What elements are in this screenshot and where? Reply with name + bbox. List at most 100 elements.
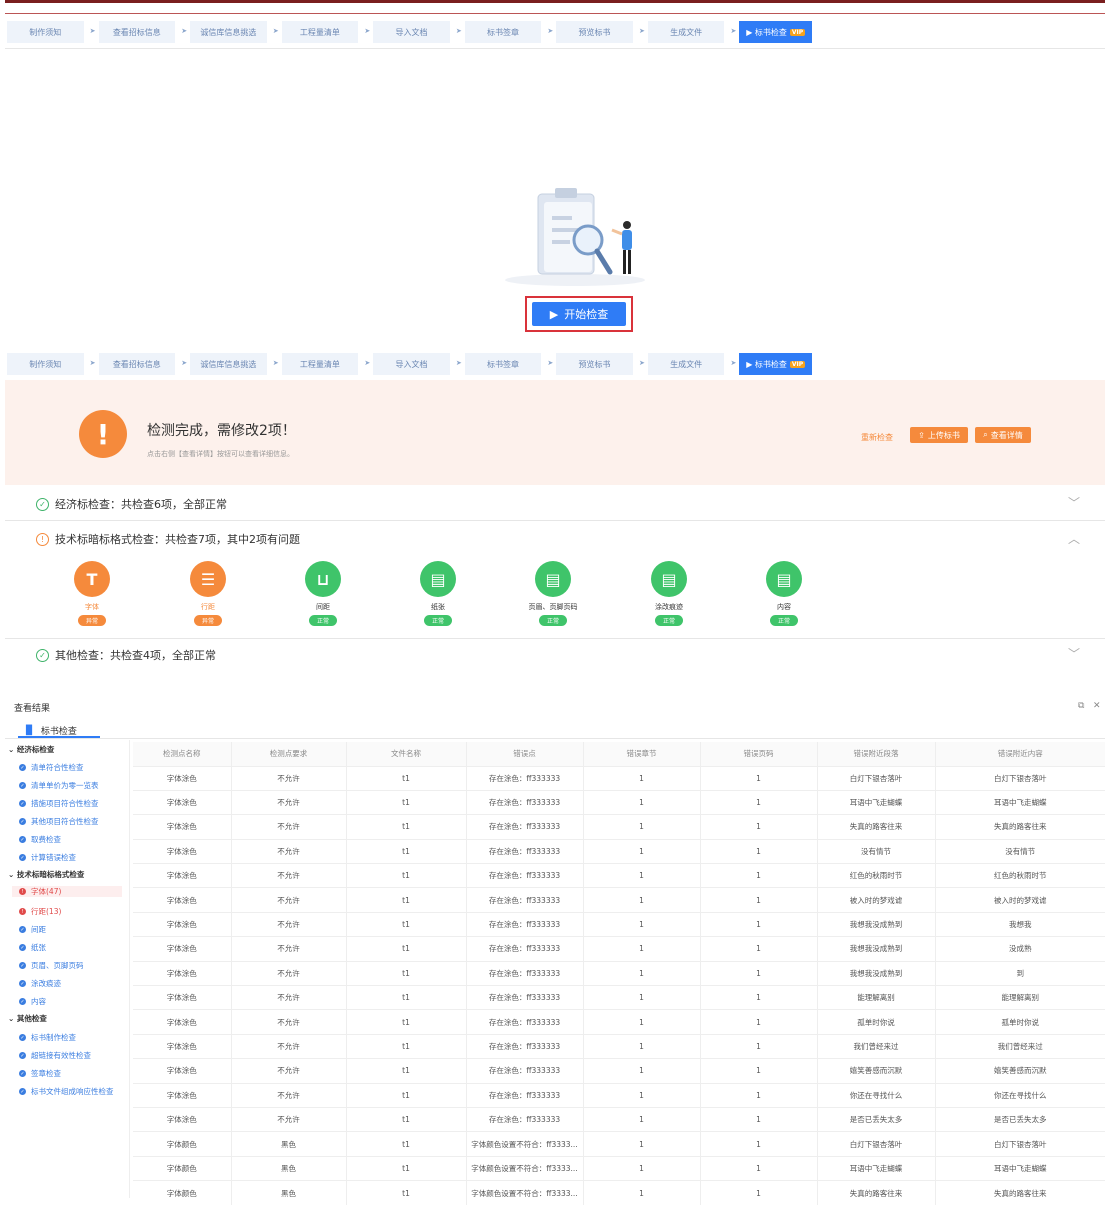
step-4[interactable]: 工程量清单 ➤ — [281, 21, 370, 43]
table-row[interactable]: 字体涂色 不允许 t1 存在涂色：ff333333 1 1 白灯下银杏落叶 白灯下银杏落叶 — [133, 765, 1105, 791]
tree-item[interactable]: ✓ 措施项目符合性检查 — [19, 798, 99, 809]
tree-item[interactable]: ✓ 标书文件组成响应性检查 — [19, 1086, 114, 1097]
table-row[interactable]: 字体涂色 不允许 t1 存在涂色：ff333333 1 1 是否已丢失太多 是否已丢失太多 — [133, 1106, 1105, 1132]
tree-item[interactable]: ✓ 清单符合性检查 — [19, 762, 84, 773]
table-cell: 白灯下银杏落叶 — [817, 1131, 936, 1157]
step-3[interactable]: 诚信库信息挑选 ➤ — [190, 353, 279, 375]
restore-icon[interactable]: ⧉ — [1078, 701, 1084, 711]
step-7[interactable]: 预览标书 ➤ — [556, 353, 645, 375]
check-technical[interactable]: ! 技术标暗标格式检查：共检查7项，其中2项有问题 — [36, 531, 300, 547]
table-cell: 1 — [583, 1033, 701, 1059]
start-check-button[interactable]: ▶ 开始检查 — [532, 302, 626, 326]
step-7[interactable]: 预览标书 ➤ — [556, 21, 645, 43]
table-cell: 不允许 — [231, 814, 347, 840]
check-item-header-footer[interactable]: ▤ 页眉、页脚页码 正常 — [518, 561, 588, 626]
step-4[interactable]: 工程量清单 ➤ — [281, 353, 370, 375]
step-2[interactable]: 查看招标信息 ➤ — [98, 21, 187, 43]
tree-item[interactable]: ! 行距(13) — [19, 906, 61, 917]
tree-group-other[interactable]: ⌄ 其他检查 — [8, 1013, 47, 1024]
table-row[interactable]: 字体颜色 黑色 t1 字体颜色设置不符合：ff3333... 1 1 耳语中飞走蝴蝶 耳语中飞… — [133, 1155, 1105, 1181]
table-row[interactable]: 字体颜色 黑色 t1 字体颜色设置不符合：ff3333... 1 1 失真的路客往来 失真的路… — [133, 1180, 1105, 1205]
upload-bid-button[interactable]: ⇪ 上传标书 — [910, 427, 968, 443]
tree-item[interactable]: ✓ 其他项目符合性检查 — [19, 816, 99, 827]
tree-item[interactable]: ✓ 计算错误检查 — [19, 852, 76, 863]
view-details-button[interactable]: ⌕ 查看详情 — [975, 427, 1031, 443]
table-cell: t1 — [346, 911, 467, 937]
table-cell: 字体颜色 — [133, 1155, 232, 1181]
check-economic[interactable]: ✓ 经济标检查：共检查6项，全部正常 — [36, 496, 227, 512]
table-row[interactable]: 字体涂色 不允许 t1 存在涂色：ff333333 1 1 你还在寻找什么 你还在寻找什么 — [133, 1082, 1105, 1108]
table-row[interactable]: 字体颜色 黑色 t1 字体颜色设置不符合：ff3333... 1 1 白灯下银杏落叶 白灯下银… — [133, 1131, 1105, 1157]
table-row[interactable]: 字体涂色 不允许 t1 存在涂色：ff333333 1 1 我想我没成熟到 我想我 — [133, 911, 1105, 937]
check-item-paper[interactable]: ▤ 纸张 正常 — [403, 561, 473, 626]
check-item-content[interactable]: ▤ 内容 正常 — [749, 561, 819, 626]
tree-item[interactable]: ✓ 涂改痕迹 — [19, 978, 61, 989]
table-row[interactable]: 字体涂色 不允许 t1 存在涂色：ff333333 1 1 我想我没成熟到到 — [133, 960, 1105, 986]
table-cell: 1 — [700, 863, 818, 888]
step-6[interactable]: 标书签章 ➤ — [464, 353, 553, 375]
check-icon: ✓ — [19, 980, 26, 987]
tree-group-technical[interactable]: ⌄ 技术标暗标格式检查 — [8, 869, 84, 880]
table-cell: 嬉笑善感而沉默 — [935, 1058, 1105, 1084]
table-row[interactable]: 字体涂色 不允许 t1 存在涂色：ff333333 1 1 红色的秋雨时节 红色的秋雨时节 — [133, 863, 1105, 888]
results-title: 查看结果 — [14, 704, 51, 714]
exclamation-icon: ! — [79, 410, 127, 458]
column-header: 错误页码 — [700, 742, 818, 766]
tree-item-font-selected[interactable]: ! 字体(47) — [12, 886, 122, 897]
chevron-up-icon[interactable]: ︿ — [1068, 530, 1080, 547]
table-row[interactable]: 字体涂色 不允许 t1 存在涂色：ff333333 1 1 耳语中飞走蝴蝶 耳语中飞走蝴蝶 — [133, 789, 1105, 815]
tree-item[interactable]: ✓ 内容 — [19, 996, 46, 1007]
tree-item[interactable]: ✓ 签章检查 — [19, 1068, 61, 1079]
table-row[interactable]: 字体涂色 不允许 t1 存在涂色：ff333333 1 1 没有情节 没有情节 — [133, 838, 1105, 864]
table-cell: 存在涂色：ff333333 — [466, 814, 584, 840]
table-cell: 1 — [583, 1155, 701, 1181]
arrow-icon: ➤ — [455, 359, 462, 367]
step-1[interactable]: 制作须知 ➤ — [7, 21, 96, 43]
search-icon: ⌕ — [983, 430, 988, 439]
check-item-alteration[interactable]: ▤ 涂改痕迹 正常 — [634, 561, 704, 626]
check-item-font[interactable]: T 字体 异常 — [57, 561, 127, 626]
step-5[interactable]: 导入文档 ➤ — [373, 353, 462, 375]
table-cell: 我想我 — [935, 911, 1105, 937]
step-5[interactable]: 导入文档 ➤ — [373, 21, 462, 43]
chevron-down-icon[interactable]: ﹀ — [1068, 645, 1080, 662]
table-row[interactable]: 字体涂色 不允许 t1 存在涂色：ff333333 1 1 被入时的梦戏谑 被入时的梦戏谑 — [133, 887, 1105, 913]
arrow-icon: ➤ — [272, 27, 279, 35]
tree-group-economic[interactable]: ⌄ 经济标检查 — [8, 744, 54, 755]
recheck-link[interactable]: 重新检查 — [861, 432, 893, 443]
table-cell: 1 — [583, 789, 701, 815]
table-row[interactable]: 字体涂色 不允许 t1 存在涂色：ff333333 1 1 我想我没成熟到 没成熟 — [133, 936, 1105, 962]
step-bid-check[interactable]: ▶ 标书检查 VIP — [739, 353, 812, 375]
check-item-line-spacing[interactable]: ☰ 行距 异常 — [173, 561, 243, 626]
check-other[interactable]: ✓ 其他检查：共检查4项，全部正常 — [36, 647, 216, 663]
column-header: 错误附近内容 — [935, 742, 1105, 766]
table-cell: 失真的路客往来 — [935, 814, 1105, 840]
table-row[interactable]: 字体涂色 不允许 t1 存在涂色：ff333333 1 1 孤单时你说 孤单时你说 — [133, 1009, 1105, 1035]
table-row[interactable]: 字体涂色 不允许 t1 存在涂色：ff333333 1 1 我们曾经来过 我们曾经来过 — [133, 1033, 1105, 1059]
table-row[interactable]: 字体涂色 不允许 t1 存在涂色：ff333333 1 1 失真的路客往来 失真的路客往来 — [133, 814, 1105, 840]
step-8[interactable]: 生成文件 ➤ — [647, 21, 736, 43]
table-cell: 孤单时你说 — [935, 1009, 1105, 1035]
step-6[interactable]: 标书签章 ➤ — [464, 21, 553, 43]
table-cell: t1 — [346, 1009, 467, 1035]
table-cell: 1 — [583, 1058, 701, 1084]
tree-item[interactable]: ✓ 超链接有效性检查 — [19, 1050, 91, 1061]
step-3[interactable]: 诚信库信息挑选 ➤ — [190, 21, 279, 43]
tree-item[interactable]: ✓ 清单单价为零一览表 — [19, 780, 99, 791]
table-cell: 字体颜色设置不符合：ff3333... — [466, 1180, 584, 1205]
tree-item[interactable]: ✓ 标书制作检查 — [19, 1032, 76, 1043]
step-8[interactable]: 生成文件 ➤ — [647, 353, 736, 375]
step-bid-check[interactable]: ▶ 标书检查 VIP — [739, 21, 812, 43]
check-item-spacing[interactable]: ⊔ 间距 正常 — [288, 561, 358, 626]
chevron-down-icon[interactable]: ﹀ — [1068, 494, 1080, 511]
tree-item[interactable]: ✓ 间距 — [19, 924, 46, 935]
step-2[interactable]: 查看招标信息 ➤ — [98, 353, 187, 375]
table-row[interactable]: 字体涂色 不允许 t1 存在涂色：ff333333 1 1 嬉笑善感而沉默 嬉笑善感而沉默 — [133, 1058, 1105, 1084]
table-row[interactable]: 字体涂色 不允许 t1 存在涂色：ff333333 1 1 能理解离别 能理解离别 — [133, 985, 1105, 1010]
tree-item[interactable]: ✓ 取费检查 — [19, 834, 61, 845]
check-icon: ✓ — [19, 1070, 26, 1077]
tree-item[interactable]: ✓ 页眉、页脚页码 — [19, 960, 84, 971]
tree-item[interactable]: ✓ 纸张 — [19, 942, 46, 953]
step-1[interactable]: 制作须知 ➤ — [7, 353, 96, 375]
close-icon[interactable]: ✕ — [1093, 701, 1101, 711]
